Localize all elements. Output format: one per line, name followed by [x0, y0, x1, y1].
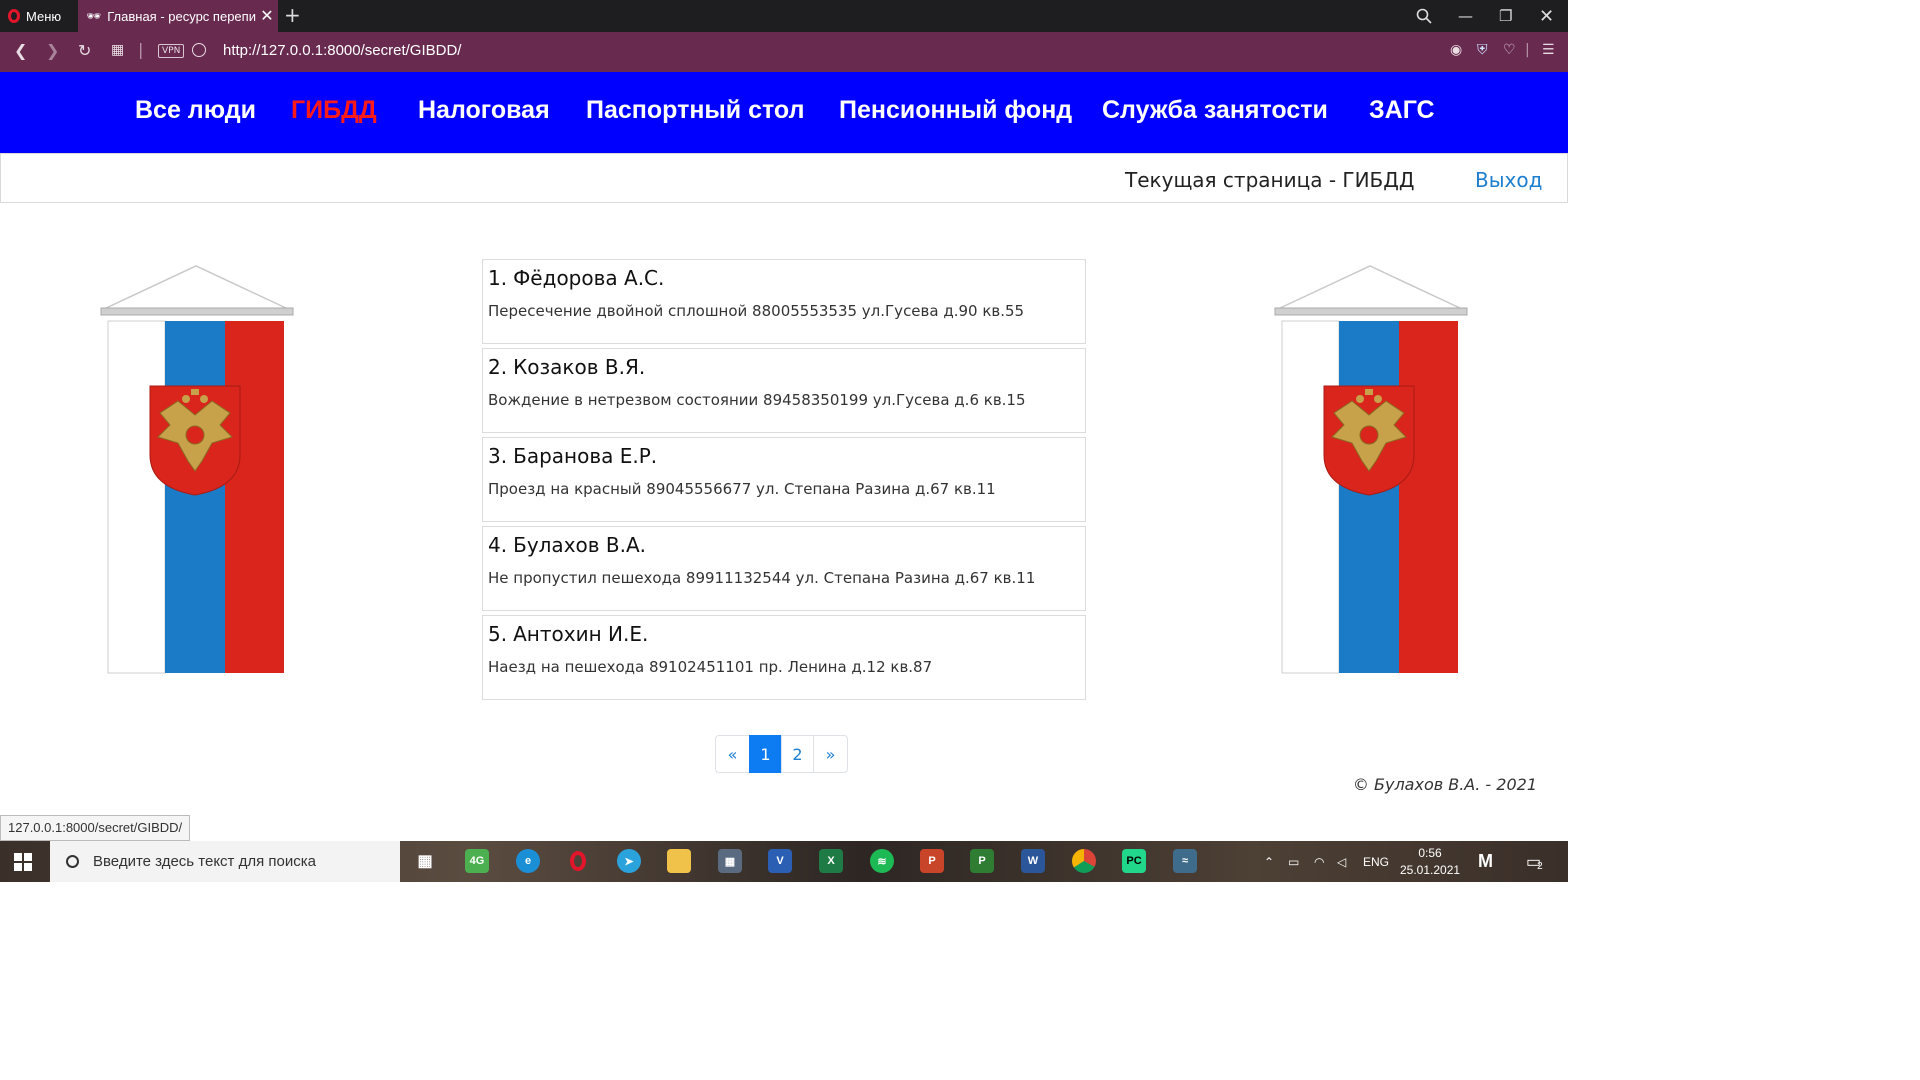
edge-icon[interactable]: e — [516, 849, 540, 873]
record-name: 1. Фёдорова А.С. — [488, 266, 665, 290]
back-icon[interactable]: ❮ — [14, 41, 27, 60]
current-page-label: Текущая страница - ГИБДД — [1125, 168, 1415, 192]
forward-icon[interactable]: ❯ — [46, 41, 59, 60]
separator: | — [1525, 42, 1530, 58]
speed-dial-icon[interactable]: ▦ — [111, 42, 124, 58]
visual-studio-icon[interactable]: V — [768, 849, 792, 873]
project-icon[interactable]: P — [970, 849, 994, 873]
site-nav: Все люди ГИБДД Налоговая Паспортный стол… — [0, 72, 1568, 153]
record-name: 5. Антохин И.Е. — [488, 622, 649, 646]
info-bar: Текущая страница - ГИБДД Выход — [0, 153, 1568, 203]
logout-link[interactable]: Выход — [1475, 168, 1542, 192]
russian-flag-banner-left — [100, 265, 294, 674]
snapshot-icon[interactable]: ◉ — [1450, 42, 1462, 58]
telegram-icon[interactable]: ➤ — [617, 849, 641, 873]
nav-all-people[interactable]: Все люди — [135, 96, 256, 125]
pagination: « 1 2 » — [715, 735, 848, 773]
powerpoint-icon[interactable]: P — [920, 849, 944, 873]
record-details: Пересечение двойной сплошной 88005553535… — [488, 302, 1025, 320]
browser-tab-active[interactable]: 🕶 Главная - ресурс переписи ✕ — [78, 0, 278, 32]
tray-chevron-icon[interactable]: ⌃ — [1264, 841, 1274, 882]
volume-icon[interactable]: ◁ — [1337, 841, 1346, 882]
footer-copyright: © Булахов В.А. - 2021 — [1352, 775, 1537, 794]
windows-start-button[interactable] — [14, 853, 32, 871]
spotify-icon[interactable]: ≋ — [870, 849, 894, 873]
opera-logo-icon — [8, 9, 20, 23]
restore-window-button[interactable]: ❐ — [1499, 0, 1512, 32]
taskbar-search-placeholder: Введите здесь текст для поиска — [93, 853, 316, 870]
minimize-window-button[interactable]: — — [1458, 0, 1473, 32]
taskbar-search-input[interactable]: Введите здесь текст для поиска — [50, 841, 400, 882]
calculator-icon[interactable]: ▦ — [718, 849, 742, 873]
list-item: 3. Баранова Е.Р. Проезд на красный 890455… — [482, 437, 1086, 522]
list-item: 1. Фёдорова А.С. Пересечение двойной спло… — [482, 259, 1086, 344]
list-item: 5. Антохин И.Е. Наезд на пешехода 8910245… — [482, 615, 1086, 700]
explorer-icon[interactable] — [667, 849, 691, 873]
pagination-next[interactable]: » — [813, 735, 848, 773]
pagination-prev[interactable]: « — [715, 735, 750, 773]
reload-icon[interactable]: ↻ — [78, 41, 91, 60]
record-details: Проезд на красный 89045556677 ул. Степан… — [488, 480, 996, 498]
opera-icon[interactable] — [566, 849, 590, 873]
nav-gibdd[interactable]: ГИБДД — [291, 96, 377, 125]
nav-employment[interactable]: Служба занятости — [1102, 96, 1328, 125]
app-tray-icon[interactable]: M — [1478, 841, 1493, 882]
word-icon[interactable]: W — [1021, 849, 1045, 873]
tab-title: Главная - ресурс переписи — [107, 8, 256, 24]
notifications-count: 2 — [1537, 861, 1543, 872]
new-tab-button[interactable]: + — [284, 3, 301, 27]
notifications-button[interactable]: ▭ 2 — [1526, 841, 1543, 882]
vpn-badge[interactable]: VPN — [158, 44, 185, 58]
nav-tax[interactable]: Налоговая — [418, 96, 550, 125]
pagination-page-2[interactable]: 2 — [781, 735, 814, 773]
chrome-icon[interactable] — [1072, 849, 1096, 873]
battery-icon[interactable]: ▭ — [1288, 841, 1299, 882]
record-details: Наезд на пешехода 89102451101 пр. Ленина… — [488, 658, 933, 676]
excel-icon[interactable]: X — [819, 849, 843, 873]
record-details: Не пропустил пешехода 89911132544 ул. Ст… — [488, 569, 1036, 587]
record-details: Вождение в нетрезвом состоянии 894583501… — [488, 391, 1026, 409]
heart-icon[interactable]: ♡ — [1503, 42, 1516, 58]
task-view-icon[interactable]: ▦ — [413, 849, 437, 873]
nav-zags[interactable]: ЗАГС — [1369, 96, 1435, 125]
nav-passport[interactable]: Паспортный стол — [586, 96, 804, 125]
separator: | — [138, 40, 144, 59]
coat-of-arms-icon — [1323, 385, 1415, 496]
opera-menu-button[interactable]: Меню — [0, 0, 78, 32]
address-bar: ❮ ❯ ↻ ▦ | VPN http://127.0.0.1:8000/secr… — [0, 32, 1568, 72]
mysql-workbench-icon[interactable]: ≈ — [1173, 849, 1197, 873]
status-url-tooltip: 127.0.0.1:8000/secret/GIBDD/ — [0, 815, 191, 841]
browser-tab-bar: Меню 🕶 Главная - ресурс переписи ✕ + — ❐… — [0, 0, 1568, 32]
close-tab-icon[interactable]: ✕ — [256, 6, 278, 26]
shield-icon[interactable]: ⛨ — [1477, 42, 1488, 58]
clock-date: 25.01.2021 — [1400, 862, 1461, 877]
pagination-page-1[interactable]: 1 — [749, 735, 782, 773]
globe-icon[interactable] — [192, 43, 206, 57]
wifi-icon[interactable]: ◠ — [1314, 841, 1324, 882]
url-field[interactable]: http://127.0.0.1:8000/secret/GIBDD/ — [223, 42, 461, 59]
clock-time: 0:56 — [1418, 845, 1442, 860]
record-name: 2. Козаков В.Я. — [488, 355, 646, 379]
nav-pension[interactable]: Пенсионный фонд — [839, 96, 1072, 125]
close-window-button[interactable]: ✕ — [1539, 0, 1554, 32]
clock[interactable]: 0:56 25.01.2021 — [1400, 841, 1460, 882]
easy-setup-icon[interactable]: ☰ — [1542, 42, 1555, 58]
russian-flag-banner-right — [1274, 265, 1468, 674]
search-icon — [66, 855, 79, 868]
record-name: 4. Булахов В.А. — [488, 533, 647, 557]
windows-taskbar: Введите здесь текст для поиска ▦ 4G e ➤ … — [0, 841, 1568, 882]
coat-of-arms-icon — [149, 385, 241, 496]
record-name: 3. Баранова Е.Р. — [488, 444, 658, 468]
incognito-icon: 🕶 — [86, 9, 102, 23]
pycharm-icon[interactable]: PC — [1122, 849, 1146, 873]
language-indicator[interactable]: ENG — [1363, 841, 1389, 882]
records-list: 1. Фёдорова А.С. Пересечение двойной спло… — [482, 259, 1086, 704]
opera-menu-label: Меню — [26, 8, 62, 24]
search-tabs-icon[interactable] — [1416, 0, 1432, 32]
4g-icon[interactable]: 4G — [465, 849, 489, 873]
list-item: 2. Козаков В.Я. Вождение в нетрезвом сост… — [482, 348, 1086, 433]
list-item: 4. Булахов В.А. Не пропустил пешехода 899… — [482, 526, 1086, 611]
